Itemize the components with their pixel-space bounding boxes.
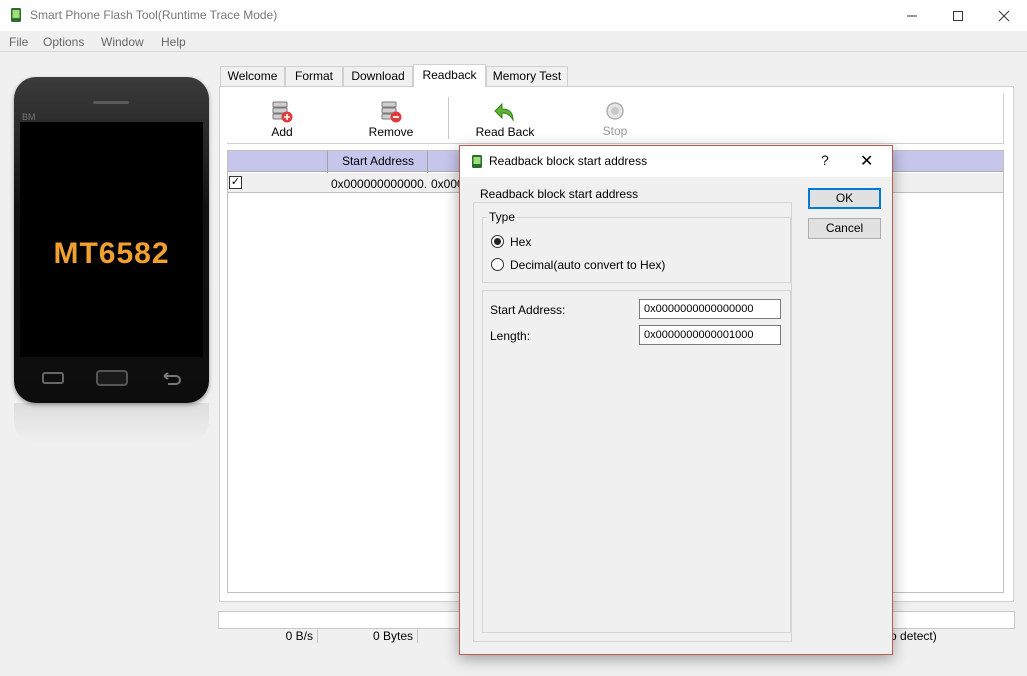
row-checkbox[interactable]: ✓: [229, 176, 242, 189]
tab-format[interactable]: Format: [285, 66, 343, 86]
stop-icon: [606, 102, 624, 120]
menu-help[interactable]: Help: [161, 35, 186, 49]
row-next-cell: 0x000: [431, 177, 459, 191]
tab-welcome[interactable]: Welcome: [220, 66, 285, 86]
status-bytes: 0 Bytes: [318, 629, 418, 643]
tab-download[interactable]: Download: [343, 66, 413, 86]
minimize-icon: [907, 15, 917, 16]
start-address-label: Start Address:: [490, 303, 566, 317]
start-address-group-label: Readback block start address: [477, 187, 642, 201]
maximize-icon: [953, 10, 963, 21]
type-group-label: Type: [487, 210, 518, 224]
cancel-button[interactable]: Cancel: [808, 218, 881, 239]
tab-memory-test[interactable]: Memory Test: [486, 66, 568, 86]
decimal-radio[interactable]: [491, 258, 504, 271]
help-button[interactable]: ?: [821, 152, 829, 168]
read-back-label: Read Back: [475, 125, 535, 139]
phone-menu-key-icon: [42, 372, 64, 384]
phone-home-key-icon: [96, 370, 128, 386]
maximize-button[interactable]: [935, 0, 981, 31]
readback-start-address-dialog: Readback block start address ? ✕ Readbac…: [459, 145, 893, 655]
menu-file[interactable]: File: [9, 35, 28, 49]
ok-button[interactable]: OK: [808, 188, 881, 209]
close-window-button[interactable]: [981, 0, 1027, 31]
stop-label: Stop: [602, 124, 628, 138]
phone-back-key-icon: [163, 372, 181, 385]
add-label: Add: [271, 125, 293, 139]
decimal-radio-label[interactable]: Decimal(auto convert to Hex): [510, 258, 665, 272]
remove-icon: [381, 101, 402, 123]
app-icon: [11, 8, 21, 22]
chip-model-label: MT6582: [53, 237, 170, 270]
status-speed: 0 B/s: [218, 629, 318, 643]
type-group: [482, 217, 791, 283]
column-header-start-address[interactable]: Start Address: [328, 151, 428, 172]
dialog-title: Readback block start address: [489, 154, 648, 168]
length-input[interactable]: [639, 325, 781, 345]
length-label: Length:: [490, 329, 531, 343]
add-icon: [272, 101, 293, 123]
phone-reflection: [14, 403, 209, 443]
toolbar-separator: [448, 97, 449, 139]
window-title: Smart Phone Flash Tool(Runtime Trace Mod…: [30, 8, 278, 22]
dialog-app-icon: [472, 155, 482, 168]
remove-label: Remove: [368, 125, 414, 139]
phone-brand: BM: [22, 112, 36, 122]
row-start-address: 0x000000000000...: [331, 177, 426, 191]
menu-options[interactable]: Options: [43, 35, 84, 49]
phone-speaker: [93, 101, 129, 104]
minimize-button[interactable]: [889, 0, 935, 31]
dialog-close-button[interactable]: ✕: [860, 151, 873, 171]
radio-selected-dot: [494, 238, 501, 245]
hex-radio-label[interactable]: Hex: [510, 235, 531, 249]
tab-readback[interactable]: Readback: [413, 64, 486, 87]
start-address-input[interactable]: [639, 299, 781, 319]
menu-bar: [0, 31, 1027, 52]
hex-radio[interactable]: [491, 235, 504, 248]
read-back-icon: [494, 102, 514, 122]
menu-window[interactable]: Window: [101, 35, 144, 49]
close-icon: [998, 10, 1010, 21]
